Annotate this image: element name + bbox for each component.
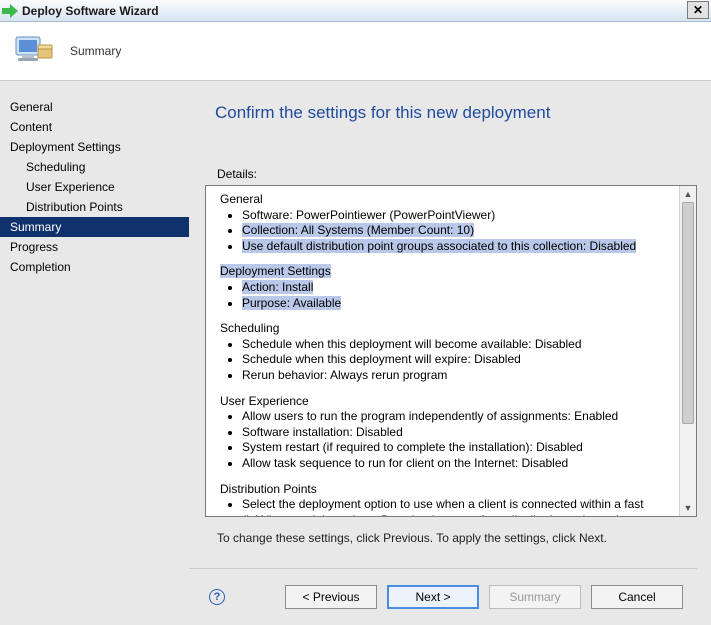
details-item: Schedule when this deployment will becom… bbox=[242, 337, 672, 353]
sidebar-item-general[interactable]: General bbox=[0, 97, 189, 117]
details-group-title: User Experience bbox=[220, 394, 309, 408]
scroll-up-icon[interactable]: ▲ bbox=[680, 186, 696, 202]
sidebar-item-deployment-settings[interactable]: Deployment Settings bbox=[0, 137, 189, 157]
window-title: Deploy Software Wizard bbox=[22, 4, 159, 18]
hint-text: To change these settings, click Previous… bbox=[217, 531, 697, 545]
sidebar-item-completion[interactable]: Completion bbox=[0, 257, 189, 277]
details-item: Allow task sequence to run for client on… bbox=[242, 456, 672, 472]
details-item: Action: Install bbox=[242, 280, 672, 296]
banner-label: Summary bbox=[70, 44, 121, 58]
body: GeneralContentDeployment SettingsSchedul… bbox=[0, 81, 711, 625]
sidebar-item-content[interactable]: Content bbox=[0, 117, 189, 137]
page-heading: Confirm the settings for this new deploy… bbox=[215, 103, 697, 123]
cancel-button[interactable]: Cancel bbox=[591, 585, 683, 609]
details-item: Software installation: Disabled bbox=[242, 425, 672, 441]
details-item: Allow users to run the program independe… bbox=[242, 409, 672, 425]
details-group-title: Distribution Points bbox=[220, 482, 317, 496]
sidebar-nav: GeneralContentDeployment SettingsSchedul… bbox=[0, 81, 189, 625]
titlebar: Deploy Software Wizard ✕ bbox=[0, 0, 711, 22]
scroll-track[interactable] bbox=[680, 202, 696, 500]
previous-button[interactable]: < Previous bbox=[285, 585, 377, 609]
details-content: General Software: PowerPointiewer (PowerP… bbox=[206, 186, 680, 516]
details-item: Purpose: Available bbox=[242, 296, 672, 312]
scrollbar[interactable]: ▲ ▼ bbox=[679, 186, 696, 516]
summary-button: Summary bbox=[489, 585, 581, 609]
sidebar-item-progress[interactable]: Progress bbox=[0, 237, 189, 257]
sidebar-item-scheduling[interactable]: Scheduling bbox=[0, 157, 189, 177]
sidebar-item-distribution-points[interactable]: Distribution Points bbox=[0, 197, 189, 217]
details-item: Software: PowerPointiewer (PowerPointVie… bbox=[242, 208, 672, 224]
details-item: Collection: All Systems (Member Count: 1… bbox=[242, 223, 672, 239]
main-content: Confirm the settings for this new deploy… bbox=[189, 81, 711, 625]
details-item: Select the deployment option to use when… bbox=[242, 497, 672, 516]
header-banner: Summary bbox=[0, 22, 711, 81]
wizard-arrow-icon bbox=[2, 4, 18, 18]
computer-icon bbox=[14, 31, 56, 72]
details-item: System restart (if required to complete … bbox=[242, 440, 672, 456]
help-icon[interactable]: ? bbox=[209, 589, 225, 605]
footer: ? < Previous Next > Summary Cancel bbox=[189, 568, 697, 625]
wizard-window: Deploy Software Wizard ✕ Summary General… bbox=[0, 0, 711, 625]
details-item: Rerun behavior: Always rerun program bbox=[242, 368, 672, 384]
details-box: General Software: PowerPointiewer (PowerP… bbox=[205, 185, 697, 517]
sidebar-item-user-experience[interactable]: User Experience bbox=[0, 177, 189, 197]
details-item: Schedule when this deployment will expir… bbox=[242, 352, 672, 368]
sidebar-item-summary[interactable]: Summary bbox=[0, 217, 189, 237]
next-button[interactable]: Next > bbox=[387, 585, 479, 609]
scroll-down-icon[interactable]: ▼ bbox=[680, 500, 696, 516]
scroll-thumb[interactable] bbox=[682, 202, 694, 424]
details-group-title: Deployment Settings bbox=[220, 264, 331, 278]
details-item: Use default distribution point groups as… bbox=[242, 239, 672, 255]
close-icon: ✕ bbox=[693, 4, 703, 16]
details-group-title: Scheduling bbox=[220, 321, 279, 335]
details-group-title: General bbox=[220, 192, 263, 206]
close-button[interactable]: ✕ bbox=[687, 1, 709, 19]
details-label: Details: bbox=[217, 167, 697, 181]
